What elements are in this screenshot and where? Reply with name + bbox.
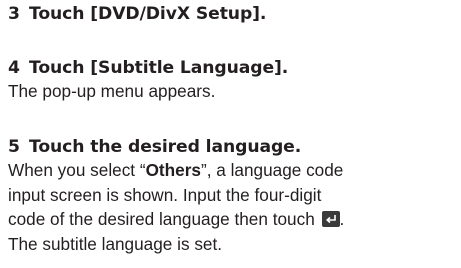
step-5-line-4: The subtitle language is set. [8,233,223,254]
manual-page: 3 Touch [DVD/DivX Setup]. 4 Touch [Subtitl… [0,0,461,268]
step-5-line-3: code of the desired language then touch … [8,207,458,232]
step-4-description: The pop-up menu appears. [8,81,216,101]
step-5: 5 Touch the desired language. When you se… [8,136,458,256]
step-5-line-2: input screen is shown. Input the four-di… [8,184,322,205]
step-5-line-1-suffix: ”, a language code [200,160,344,180]
others-option-label: Others [145,160,201,180]
step-5-line-3-text: code of the desired language then touch [8,209,315,230]
step-4-heading: 4 Touch [Subtitle Language]. [8,57,458,79]
step-5-heading: 5 Touch the desired language. [8,136,458,158]
step-3-title: Touch [DVD/DivX Setup]. [29,4,267,24]
enter-return-icon [321,211,340,228]
step-3-number: 3 [8,4,20,24]
step-5-number: 5 [8,137,20,157]
step-5-line-3-period: . [339,209,345,230]
step-3-heading: 3 Touch [DVD/DivX Setup]. [8,3,458,25]
step-5-line-1: When you select “Others”, a language cod… [8,158,458,183]
step-5-description: When you select “Others”, a language cod… [8,158,458,256]
step-3: 3 Touch [DVD/DivX Setup]. [8,3,458,25]
step-5-title: Touch the desired language. [29,137,302,157]
step-4-title: Touch [Subtitle Language]. [29,58,289,78]
step-4-number: 4 [8,58,20,78]
step-5-line-1-prefix: When you select “ [8,160,146,180]
step-4: 4 Touch [Subtitle Language]. The pop-up m… [8,57,458,104]
